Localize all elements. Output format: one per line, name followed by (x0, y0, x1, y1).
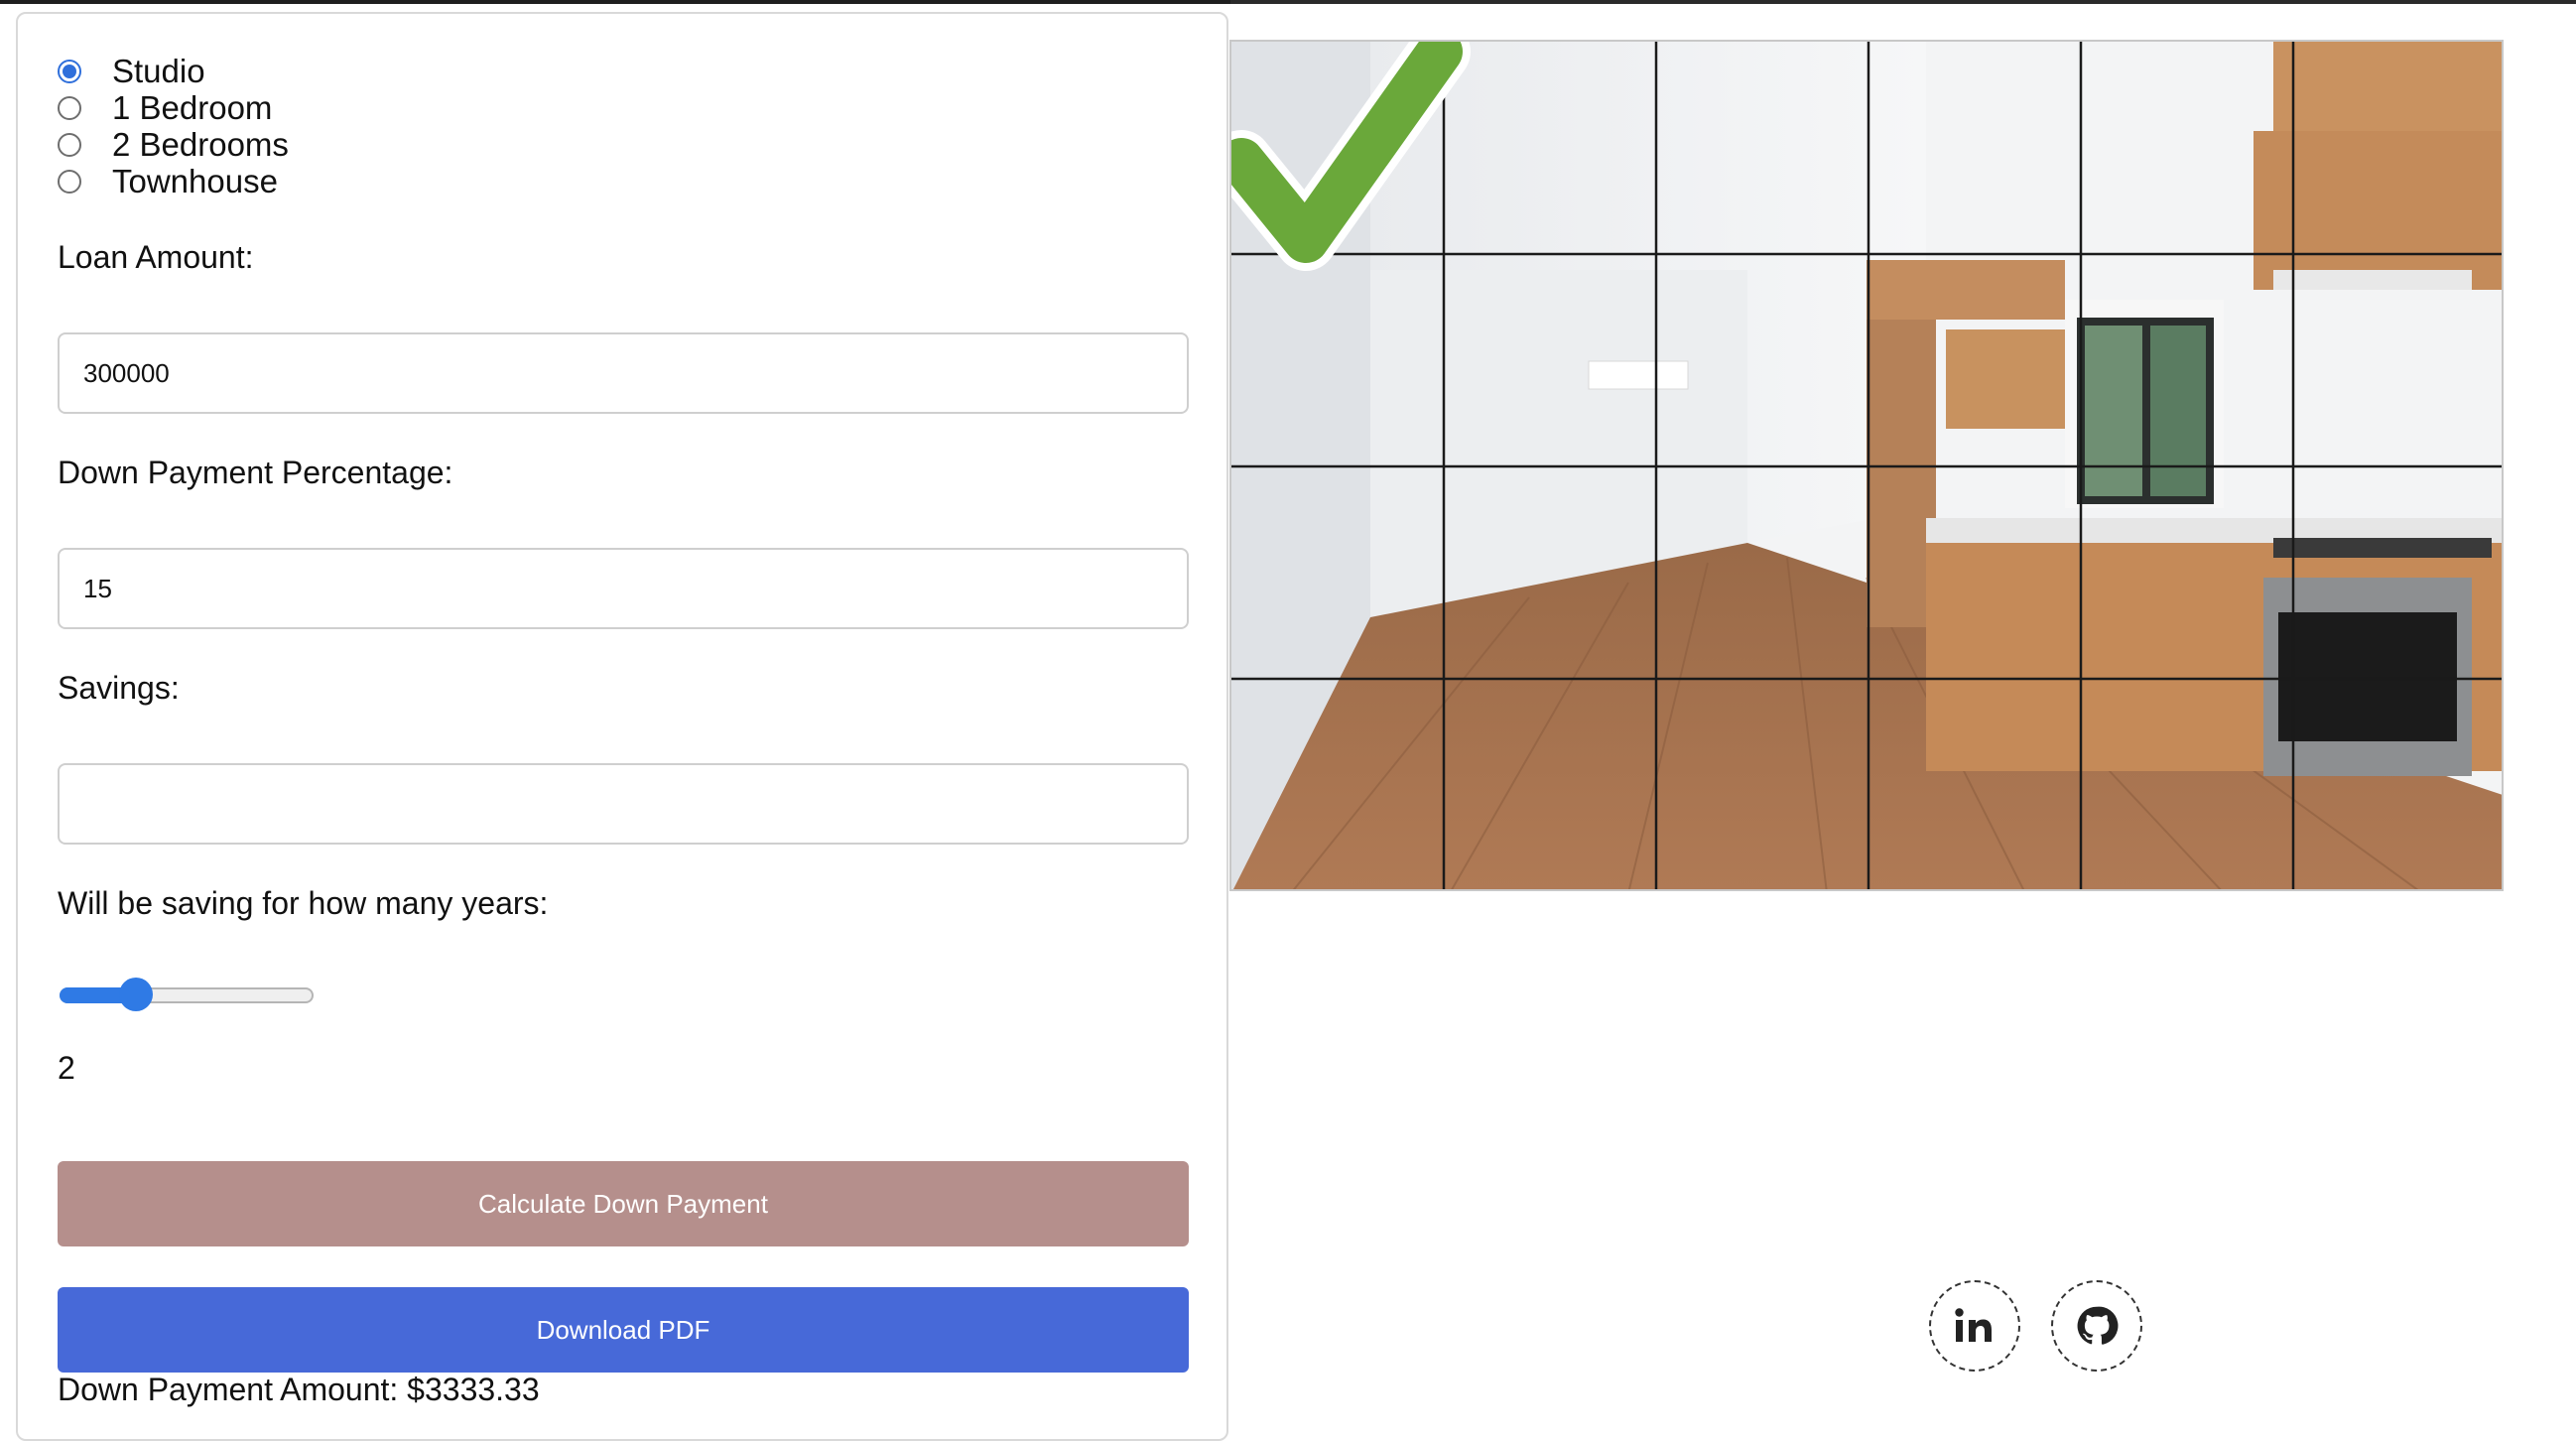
kitchen-photo-illustration (1231, 42, 2502, 889)
kitchen-photo (1229, 40, 2504, 891)
radio-2-bedrooms[interactable]: 2 Bedrooms (58, 126, 289, 163)
loan-amount-input[interactable]: 300000 (58, 332, 1189, 414)
linkedin-icon (1955, 1308, 1992, 1342)
down-payment-result: Down Payment Amount: $3333.33 (58, 1372, 540, 1407)
saving-years-label: Will be saving for how many years: (58, 885, 549, 921)
down-payment-percentage-input[interactable]: 15 (58, 548, 1189, 629)
radio-button[interactable] (58, 60, 81, 83)
radio-label: Townhouse (112, 163, 278, 199)
radio-label: 1 Bedroom (112, 89, 273, 126)
radio-label: Studio (112, 53, 205, 89)
savings-label: Savings: (58, 670, 180, 706)
github-icon (2077, 1306, 2119, 1345)
github-link[interactable] (2051, 1280, 2142, 1372)
radio-townhouse[interactable]: Townhouse (58, 163, 278, 199)
calculate-down-payment-button[interactable]: Calculate Down Payment (58, 1161, 1189, 1246)
saving-years-slider[interactable] (60, 978, 318, 1011)
slider-thumb[interactable] (119, 978, 153, 1011)
radio-button[interactable] (58, 133, 81, 157)
radio-label: 2 Bedrooms (112, 126, 289, 163)
radio-1-bedroom[interactable]: 1 Bedroom (58, 89, 273, 126)
down-payment-percentage-label: Down Payment Percentage: (58, 455, 453, 490)
radio-studio[interactable]: Studio (58, 53, 205, 89)
radio-button[interactable] (58, 96, 81, 120)
saving-years-value: 2 (58, 1050, 75, 1086)
top-strip-right (1230, 0, 2576, 4)
download-pdf-button[interactable]: Download PDF (58, 1287, 1189, 1373)
loan-amount-label: Loan Amount: (58, 239, 254, 275)
savings-input[interactable] (58, 763, 1189, 845)
linkedin-link[interactable] (1929, 1280, 2020, 1372)
radio-button[interactable] (58, 170, 81, 194)
top-strip (0, 0, 2576, 4)
